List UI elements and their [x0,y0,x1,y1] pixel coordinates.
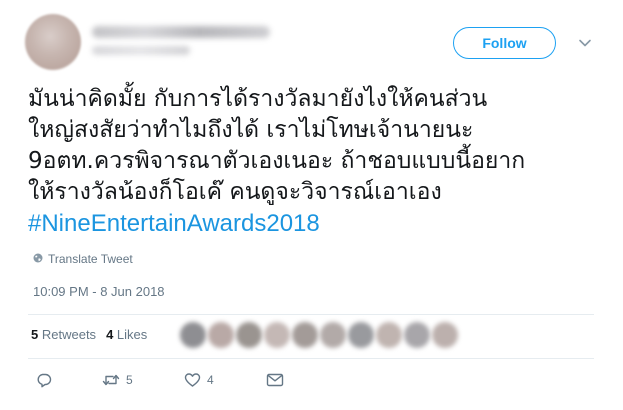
like-action-count: 4 [207,373,214,387]
retweet-button[interactable]: 5 [96,372,178,388]
hashtag-link[interactable]: #NineEntertainAwards2018 [28,208,608,239]
likes-count: 4 [106,327,114,342]
liker-avatar[interactable] [180,322,206,348]
liker-avatar[interactable] [404,322,430,348]
liker-avatar[interactable] [264,322,290,348]
reply-button[interactable] [30,372,96,388]
liker-avatar[interactable] [208,322,234,348]
chevron-down-icon[interactable] [578,36,592,50]
retweets-stat[interactable]: 5 Retweets [31,327,96,342]
direct-message-button[interactable] [260,372,284,388]
engagement-stats: 5 Retweets 4 Likes [31,327,147,342]
retweets-count: 5 [31,327,39,342]
divider [28,358,594,359]
reply-icon [36,372,52,388]
user-handle-redacted [92,46,190,55]
liker-avatars-redacted [180,322,458,348]
user-display-name-redacted[interactable] [92,26,270,38]
liker-avatar[interactable] [292,322,318,348]
tweet-text: มันน่าคิดมั้ย กับการได้รางวัลมายังไงให้ค… [28,84,608,239]
liker-avatar[interactable] [320,322,346,348]
liker-avatar[interactable] [236,322,262,348]
retweets-label: Retweets [41,327,97,342]
translate-tweet-link[interactable]: Translate Tweet [33,252,133,266]
tweet-text-line: ให้รางวัลน้องก็โอเค๊ คนดูจะวิจารณ์เอาเอง [28,179,442,205]
tweet-card: Follow มันน่าคิดมั้ย กับการได้รางวัลมายั… [0,0,623,410]
tweet-actions: 5 4 [30,372,284,388]
globe-icon [33,252,43,266]
likes-stat[interactable]: 4 Likes [106,327,147,342]
message-icon [266,372,284,388]
avatar[interactable] [25,14,81,70]
divider [28,314,594,315]
tweet-text-line: 9อตท.ควรพิจารณาตัวเองเนอะ ถ้าชอบแบบนี้อย… [28,148,526,174]
retweet-action-count: 5 [126,373,133,387]
tweet-text-line: ใหญ่สงสัยว่าทำไมถึงได้ เราไม่โทษเจ้านายน… [28,117,474,143]
liker-avatar[interactable] [432,322,458,348]
translate-tweet-label: Translate Tweet [48,252,133,266]
tweet-text-line: มันน่าคิดมั้ย กับการได้รางวัลมายังไงให้ค… [28,86,488,112]
liker-avatar[interactable] [348,322,374,348]
liker-avatar[interactable] [376,322,402,348]
likes-label: Likes [116,327,148,342]
heart-icon [184,372,201,388]
like-button[interactable]: 4 [178,372,260,388]
retweet-icon [102,372,120,388]
tweet-timestamp[interactable]: 10:09 PM - 8 Jun 2018 [33,284,165,299]
follow-button[interactable]: Follow [453,27,556,59]
